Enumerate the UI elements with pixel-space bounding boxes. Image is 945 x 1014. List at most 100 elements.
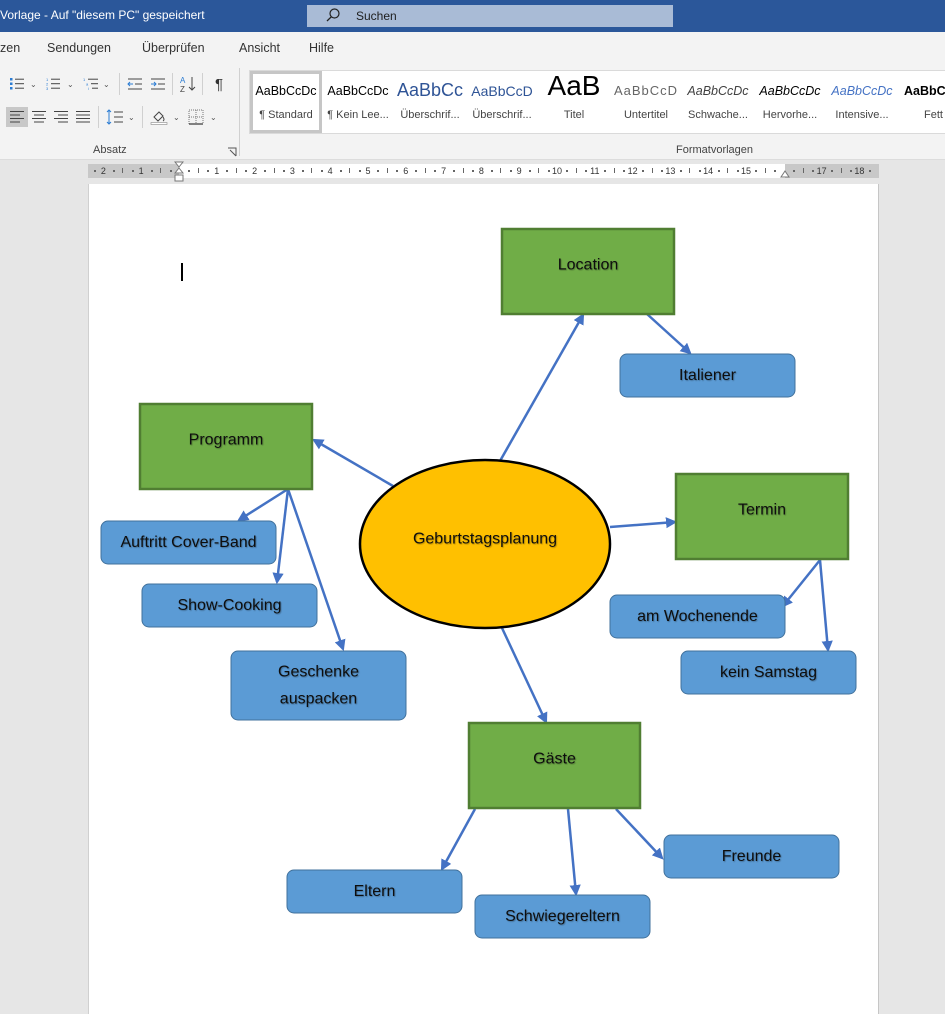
connector-arrow[interactable] <box>237 487 289 522</box>
item-node[interactable]: Auftritt Cover-Band <box>100 520 277 565</box>
category-node-gaeste[interactable]: Gäste <box>467 721 642 810</box>
align-center-button[interactable] <box>28 107 50 127</box>
chevron-down-icon[interactable]: ⌄ <box>30 80 38 90</box>
item-node[interactable]: Geschenke auspacken <box>230 650 407 721</box>
styles-gallery: AaBbCcDc ¶ Standard AaBbCcDc ¶ Kein Lee.… <box>249 70 945 134</box>
ruler-dot <box>849 170 852 172</box>
style-intensive-hervorhebung[interactable]: AaBbCcDc Intensive... <box>826 71 898 133</box>
connector-arrow[interactable] <box>818 559 833 653</box>
item-label: Auftritt Cover-Band <box>120 534 256 551</box>
sort-button[interactable]: AZ <box>177 74 199 94</box>
separator <box>98 106 99 128</box>
style-titel[interactable]: AaB Titel <box>538 71 610 133</box>
tab-einfuegen[interactable]: zen <box>0 41 20 55</box>
style-ueberschrift-1[interactable]: AaBbCc Überschrif... <box>394 71 466 133</box>
increase-indent-button[interactable] <box>147 74 169 94</box>
multilevel-list-button[interactable]: 1ai <box>80 74 102 94</box>
ruler-dot <box>282 170 285 172</box>
item-node[interactable]: Show-Cooking <box>141 583 318 628</box>
style-preview: AaBbCcDc <box>831 84 893 98</box>
ruler-area: 2 1 1 2 3 4 5 6 7 8 9 10 11 12 13 14 15 17 18 <box>0 160 945 184</box>
connector-arrow[interactable] <box>498 313 585 462</box>
style-name: Hervorhe... <box>762 109 818 121</box>
shading-button[interactable] <box>148 107 170 127</box>
chevron-down-icon[interactable]: ⌄ <box>128 113 136 123</box>
style-untertitel[interactable]: AaBbCcD Untertitel <box>610 71 682 133</box>
item-node[interactable]: Freunde <box>663 834 840 879</box>
ruler-dot <box>679 170 682 172</box>
ruler-number: 18 <box>854 166 865 176</box>
line-spacing-button[interactable] <box>104 107 126 127</box>
connector-arrow[interactable] <box>312 438 394 488</box>
document-page[interactable]: Geburtstagsplanung Location Italiener Progr… <box>88 184 879 1014</box>
item-node[interactable]: Italiener <box>619 353 796 398</box>
ruler-dot <box>604 170 607 172</box>
tab-ansicht[interactable]: Ansicht <box>239 41 280 55</box>
horizontal-ruler[interactable]: 2 1 1 2 3 4 5 6 7 8 9 10 11 12 13 14 15 17 18 <box>88 161 879 182</box>
ruler-dot <box>509 170 512 172</box>
decrease-indent-button[interactable] <box>124 74 146 94</box>
connector-arrow[interactable] <box>566 808 581 897</box>
align-left-button[interactable] <box>6 107 28 127</box>
ruler-dot <box>112 170 115 172</box>
connector-arrow[interactable] <box>609 517 678 529</box>
indent-marker-icon[interactable] <box>174 161 184 183</box>
style-kein-leerraum[interactable]: AaBbCcDc ¶ Kein Lee... <box>322 71 394 133</box>
ruler-tick <box>727 168 729 173</box>
item-node[interactable]: am Wochenende <box>609 594 786 639</box>
separator <box>119 73 120 95</box>
item-box[interactable] <box>230 650 407 721</box>
bullet-list-icon <box>10 78 24 90</box>
item-label: kein Samstag <box>720 664 817 681</box>
numbering-button[interactable]: 123 <box>42 74 64 94</box>
category-node-programm[interactable]: Programm <box>138 402 314 491</box>
tab-hilfe[interactable]: Hilfe <box>309 41 334 55</box>
right-indent-marker-icon[interactable] <box>780 170 790 178</box>
ruler-number: 10 <box>551 166 563 176</box>
category-node-termin[interactable]: Termin <box>674 472 850 561</box>
ruler-dot <box>377 170 380 172</box>
ruler-tick <box>500 168 502 173</box>
item-label: Eltern <box>354 883 396 900</box>
category-node-location[interactable]: Location <box>500 227 676 316</box>
center-node[interactable]: Geburtstagsplanung <box>358 458 612 630</box>
pilcrow-icon: ¶ <box>214 75 224 93</box>
show-formatting-button[interactable]: ¶ <box>208 74 230 94</box>
search-box[interactable]: Suchen <box>307 5 673 27</box>
borders-button[interactable] <box>185 107 207 127</box>
ruler-dot <box>528 170 531 172</box>
chevron-down-icon[interactable]: ⌄ <box>173 113 181 123</box>
item-label: Freunde <box>722 848 782 865</box>
item-node[interactable]: Schwiegereltern <box>474 894 651 939</box>
tab-ueberpruefen[interactable]: Überprüfen <box>142 41 205 55</box>
ruler-tick <box>311 168 313 173</box>
connector-arrow[interactable] <box>615 808 664 860</box>
item-node[interactable]: kein Samstag <box>680 650 857 695</box>
style-ueberschrift-2[interactable]: AaBbCcD Überschrif... <box>466 71 538 133</box>
ruler-tick <box>235 168 237 173</box>
style-standard[interactable]: AaBbCcDc ¶ Standard <box>250 71 322 133</box>
chevron-down-icon[interactable]: ⌄ <box>210 113 218 123</box>
ruler-dot <box>642 170 645 172</box>
style-schwache-hervorhebung[interactable]: AaBbCcDc Schwache... <box>682 71 754 133</box>
bullets-button[interactable] <box>6 74 28 94</box>
ruler-dot <box>547 170 550 172</box>
ruler-number: 6 <box>403 166 409 176</box>
style-fett[interactable]: AaBbCc Fett <box>898 71 945 133</box>
connector-arrow[interactable] <box>272 488 290 585</box>
dialog-launcher-icon[interactable] <box>227 147 237 157</box>
chevron-down-icon[interactable]: ⌄ <box>103 80 111 90</box>
style-hervorhebung[interactable]: AaBbCcDc Hervorhe... <box>754 71 826 133</box>
connector-arrow[interactable] <box>440 808 477 871</box>
style-name: Überschrif... <box>472 109 532 121</box>
connector-arrow[interactable] <box>646 313 692 355</box>
ruler-dot <box>245 170 248 172</box>
item-node[interactable]: Eltern <box>286 869 463 914</box>
align-right-button[interactable] <box>50 107 72 127</box>
connector-arrow[interactable] <box>781 559 821 608</box>
justify-button[interactable] <box>72 107 94 127</box>
tab-sendungen[interactable]: Sendungen <box>47 41 111 55</box>
ruler-dot <box>755 170 758 172</box>
connector-arrow[interactable] <box>500 627 548 725</box>
chevron-down-icon[interactable]: ⌄ <box>67 80 75 90</box>
